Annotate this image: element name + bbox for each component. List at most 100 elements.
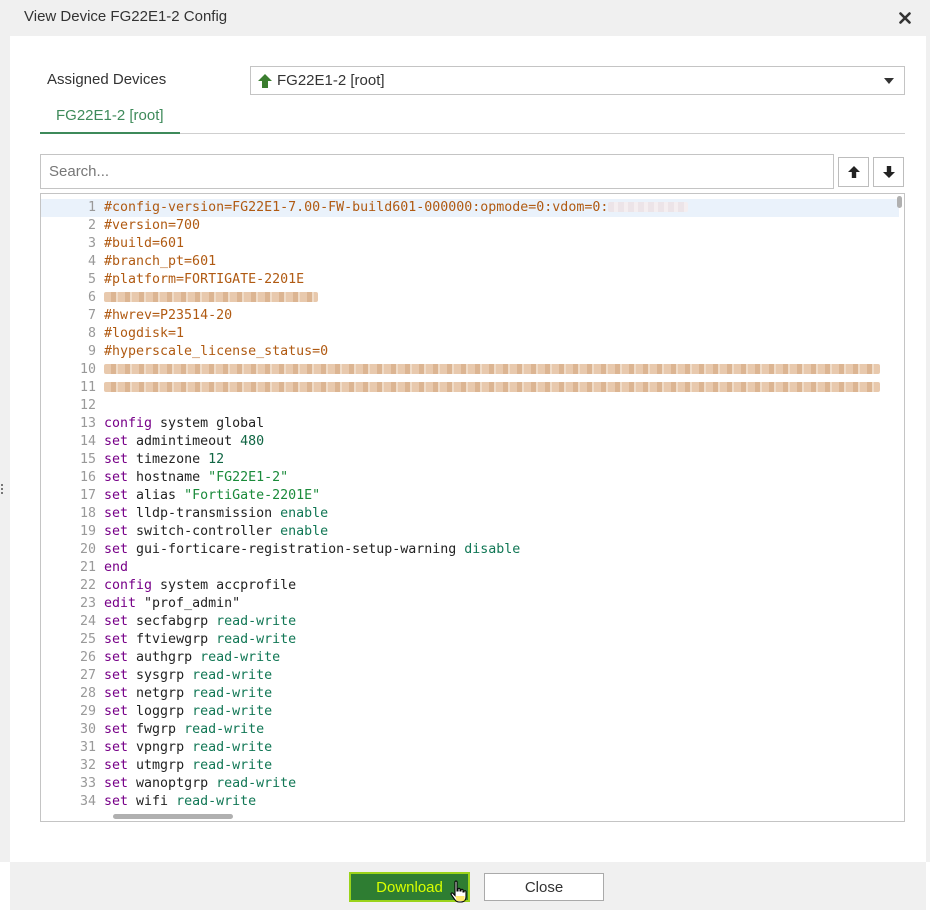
line-number: 29 [79,704,96,719]
code-line: 33 set wanoptgrp read-write [41,775,899,793]
line-number: 32 [79,758,96,773]
redacted-text [104,382,880,392]
resize-grip-icon[interactable] [1,484,5,498]
code-line: 26 set authgrp read-write [41,649,899,667]
search-previous-button[interactable] [838,157,869,187]
code-text: edit "prof_admin" [104,595,899,613]
code-token: set [104,542,129,557]
code-token: set [104,434,129,449]
code-token: set [104,614,129,629]
code-token: "FortiGate-2201E" [184,488,321,503]
line-number: 24 [79,614,96,629]
code-line: 16 set hostname "FG22E1-2" [41,469,899,487]
search-input[interactable] [40,154,834,189]
code-token: edit [104,596,137,611]
code-token: "prof_admin" [136,596,241,611]
code-line: 4 #branch_pt=601 [41,253,899,271]
code-text: config system accprofile [104,577,899,595]
code-line: 32 set utmgrp read-write [41,757,899,775]
code-token: #build=601 [104,236,185,251]
device-tabs: FG22E1-2 [root] [40,100,905,134]
code-token: #logdisk=1 [104,326,185,341]
code-token: wanoptgrp [128,776,217,791]
code-token: #platform=FORTIGATE-2201E [104,272,305,287]
line-number: 30 [79,722,96,737]
search-next-button[interactable] [873,157,904,187]
horizontal-scrollbar[interactable] [113,814,233,819]
code-line: 17 set alias "FortiGate-2201E" [41,487,899,505]
code-token: #hwrev=P23514-20 [104,308,233,323]
vertical-scrollbar[interactable] [897,196,902,208]
code-text: set hostname "FG22E1-2" [104,469,899,487]
code-token: set [104,758,129,773]
line-number: 3 [87,236,96,251]
code-token: set [104,794,129,809]
line-number: 23 [79,596,96,611]
code-token: read-write [216,632,297,647]
code-line: 29 set loggrp read-write [41,703,899,721]
code-lines: 1 #config-version=FG22E1-7.00-FW-build601… [41,199,899,811]
code-token: read-write [176,794,257,809]
code-line: 23 edit "prof_admin" [41,595,899,613]
code-token: #version=700 [104,218,201,233]
code-line: 31 set vpngrp read-write [41,739,899,757]
code-token: read-write [192,668,273,683]
code-token: disable [464,542,521,557]
code-text: set authgrp read-write [104,649,899,667]
close-icon[interactable] [896,9,914,27]
line-number: 10 [79,362,96,377]
code-token: set [104,704,129,719]
code-text: #build=601 [104,235,899,253]
tab-device-label: FG22E1-2 [root] [56,107,164,124]
code-line: 20 set gui-forticare-registration-setup-w… [41,541,899,559]
code-token: 12 [208,452,225,467]
code-token: set [104,632,129,647]
tab-device[interactable]: FG22E1-2 [root] [40,100,180,134]
code-token: read-write [216,776,297,791]
code-token: set [104,506,129,521]
code-token: sysgrp [128,668,193,683]
line-number: 2 [87,218,96,233]
code-token: wifi [128,794,177,809]
code-text: set wifi read-write [104,793,899,811]
code-token: config [104,578,153,593]
code-text: #hyperscale_license_status=0 [104,343,899,361]
code-token: switch-controller [128,524,281,539]
config-editor[interactable]: 1 #config-version=FG22E1-7.00-FW-build601… [40,193,905,822]
code-text: end [104,559,899,577]
line-number: 19 [79,524,96,539]
dialog-titlebar: View Device FG22E1-2 Config [0,0,930,36]
code-token: enable [280,524,329,539]
code-text: config system global [104,415,899,433]
code-token: ftviewgrp [128,632,217,647]
code-line: 3 #build=601 [41,235,899,253]
code-token: vpngrp [128,740,193,755]
code-token: set [104,686,129,701]
code-token: enable [280,506,329,521]
line-number: 27 [79,668,96,683]
close-button[interactable]: Close [484,873,604,901]
code-token: set [104,740,129,755]
redacted-text [608,202,689,212]
code-token: read-write [192,704,273,719]
code-text [104,379,899,397]
assigned-devices-select[interactable]: FG22E1-2 [root] [250,66,905,95]
download-button[interactable]: Download [349,872,470,902]
code-token: loggrp [128,704,193,719]
line-number: 5 [87,272,96,287]
code-text: #hwrev=P23514-20 [104,307,899,325]
redacted-text [104,292,318,302]
code-token: set [104,524,129,539]
code-line: 9 #hyperscale_license_status=0 [41,343,899,361]
code-token: end [104,560,129,575]
code-token: #branch_pt=601 [104,254,217,269]
left-strip [0,36,10,862]
line-number: 33 [79,776,96,791]
code-line: 30 set fwgrp read-write [41,721,899,739]
code-token: system global [152,416,265,431]
code-token: set [104,722,129,737]
code-text: set ftviewgrp read-write [104,631,899,649]
code-text: set switch-controller enable [104,523,899,541]
arrow-up-icon [258,74,272,88]
